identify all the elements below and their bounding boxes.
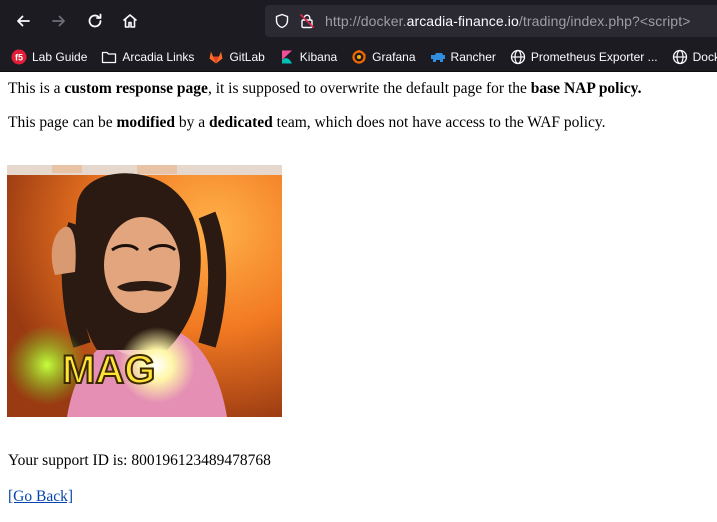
bookmark-label: GitLab	[229, 49, 265, 64]
bold-text: dedicated	[209, 114, 273, 131]
reload-icon	[88, 13, 102, 28]
url-path: /trading/index.php?<script>	[518, 13, 691, 29]
back-arrow-icon	[17, 15, 30, 27]
home-icon	[122, 14, 138, 28]
bookmark-label: Grafana	[372, 49, 416, 64]
forward-button[interactable]	[44, 6, 74, 36]
globe-icon	[672, 49, 688, 65]
bookmark-arcadia-links[interactable]: Arcadia Links	[101, 49, 194, 65]
folder-icon	[101, 49, 117, 65]
back-button[interactable]	[8, 6, 38, 36]
support-id-line: Your support ID is: 800196123489478768	[8, 452, 271, 470]
browser-toolbar: http://docker.arcadia-finance.io/trading…	[0, 0, 717, 42]
support-id-label: Your support ID is:	[8, 452, 132, 469]
home-button[interactable]	[115, 6, 145, 36]
modified-notice-paragraph: This page can be modified by a dedicated…	[8, 114, 606, 132]
bookmark-label: Kibana	[299, 49, 338, 64]
tracking-protection-shield-icon[interactable]	[274, 13, 290, 29]
gif-caption: MAG	[62, 348, 155, 392]
bookmark-label: Prometheus Exporter ...	[530, 49, 658, 64]
address-bar[interactable]: http://docker.arcadia-finance.io/trading…	[265, 5, 717, 37]
bookmark-label: Rancher	[450, 49, 496, 64]
grafana-icon	[351, 49, 367, 65]
bookmark-kibana[interactable]: Kibana	[279, 49, 337, 65]
magic-gif-image: MAG	[7, 165, 282, 417]
globe-icon	[510, 49, 526, 65]
url-host: arcadia-finance.io	[406, 13, 519, 29]
gitlab-icon	[208, 49, 224, 65]
bold-text: custom response page	[64, 80, 208, 97]
bold-text: base NAP policy.	[530, 80, 642, 97]
url-prefix: http://docker.	[325, 13, 407, 29]
text: This page can be	[8, 114, 117, 131]
bookmark-rancher[interactable]: Rancher	[430, 49, 496, 65]
bookmark-docker-registry[interactable]: Docker Reg	[672, 49, 717, 65]
text: by a	[175, 114, 210, 131]
magic-gif-illustration: MAG	[7, 165, 282, 417]
text: , it is supposed to overwrite the defaul…	[207, 80, 531, 97]
custom-response-paragraph: This is a custom response page, it is su…	[8, 80, 641, 98]
bookmark-grafana[interactable]: Grafana	[351, 49, 416, 65]
reload-button[interactable]	[80, 6, 110, 36]
text: This is a	[8, 80, 65, 97]
url-text[interactable]: http://docker.arcadia-finance.io/trading…	[325, 13, 690, 29]
bookmark-prometheus-exporter[interactable]: Prometheus Exporter ...	[510, 49, 658, 65]
bookmarks-toolbar: f5 Lab Guide Arcadia Links GitLab Kibana…	[0, 42, 717, 72]
svg-text:f5: f5	[15, 52, 23, 62]
forward-arrow-icon	[52, 15, 65, 27]
bookmark-label: Arcadia Links	[122, 49, 195, 64]
insecure-lock-icon[interactable]	[299, 13, 315, 29]
text: team, which does not have access to the …	[272, 114, 606, 131]
go-back-link[interactable]: [Go Back]	[8, 488, 73, 506]
bold-text: modified	[116, 114, 176, 131]
f5-icon: f5	[11, 49, 27, 65]
bookmark-label: Lab Guide	[32, 49, 88, 64]
rancher-icon	[430, 49, 446, 65]
kibana-icon	[279, 49, 295, 65]
support-id-value: 800196123489478768	[131, 452, 271, 469]
bookmark-gitlab[interactable]: GitLab	[208, 49, 265, 65]
bookmark-label: Docker Reg	[692, 49, 717, 64]
bookmark-lab-guide[interactable]: f5 Lab Guide	[11, 49, 87, 65]
